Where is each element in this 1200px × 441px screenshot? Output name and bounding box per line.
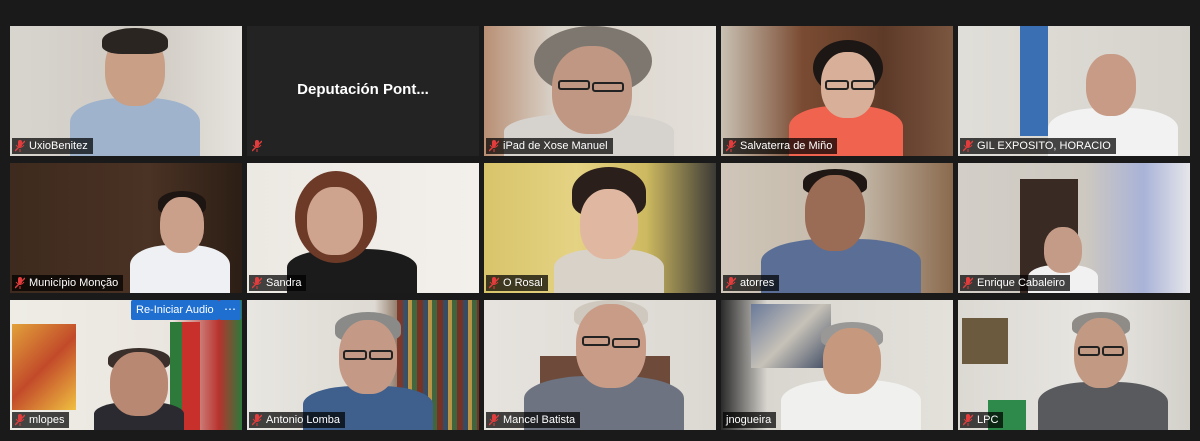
participant-tile-lpc[interactable]: LPC (958, 300, 1190, 430)
participant-tile-o-rosal[interactable]: O Rosal (484, 163, 716, 293)
picture-frame (962, 318, 1008, 364)
mic-muted-icon (15, 414, 25, 426)
mic-muted-icon (963, 414, 973, 426)
participant-tile-mlopes[interactable]: Re-Iniciar Audio ⋯ mlopes (10, 300, 242, 430)
participant-name-label: Mancel Batista (486, 412, 581, 428)
participant-tile-deputacion[interactable]: Deputación Pont... (247, 26, 479, 156)
mic-muted-icon (489, 140, 499, 152)
participant-placeholder-name: Deputación Pont... (297, 81, 429, 98)
participant-video (70, 26, 200, 156)
mic-muted-icon (726, 277, 736, 289)
participant-video (130, 191, 230, 293)
participant-name-label (249, 138, 267, 154)
wall-painting (12, 324, 76, 410)
mic-muted-icon (489, 277, 499, 289)
participant-tile-salvaterra[interactable]: Salvaterra de Miño (721, 26, 953, 156)
flag (1020, 26, 1048, 136)
more-options-button[interactable]: ⋯ (219, 300, 241, 320)
participant-tile-ipad-xose-manuel[interactable]: iPad de Xose Manuel (484, 26, 716, 156)
participant-video (1038, 312, 1168, 430)
mic-muted-icon (963, 140, 973, 152)
participant-tile-gil-exposito[interactable]: GIL EXPOSITO, HORACIO (958, 26, 1190, 156)
mic-muted-icon (252, 414, 262, 426)
participant-tile-mancel-batista[interactable]: Mancel Batista (484, 300, 716, 430)
mic-muted-icon (489, 414, 499, 426)
participant-name-label: LPC (960, 412, 1004, 428)
participant-tile-uxiobenitez[interactable]: UxioBenitez (10, 26, 242, 156)
participant-name-label: Sandra (249, 275, 307, 291)
participant-tile-municipio-moncao[interactable]: Município Monção (10, 163, 242, 293)
participant-tile-antonio-lomba[interactable]: Antonio Lomba (247, 300, 479, 430)
participant-video (504, 26, 674, 156)
participant-tile-atorres[interactable]: atorres (721, 163, 953, 293)
participant-name-label: mlopes (12, 412, 70, 428)
participant-video (554, 167, 664, 293)
mic-muted-icon (15, 277, 25, 289)
mic-muted-icon (726, 140, 736, 152)
participant-name-label: UxioBenitez (12, 138, 93, 154)
participant-tile-enrique-cabaleiro[interactable]: Enrique Cabaleiro (958, 163, 1190, 293)
participant-name-label: Enrique Cabaleiro (960, 275, 1071, 291)
participant-video (524, 300, 684, 430)
restart-audio-button[interactable]: Re-Iniciar Audio (131, 300, 219, 320)
participant-name-label: iPad de Xose Manuel (486, 138, 613, 154)
participant-video (761, 169, 921, 293)
participant-tile-jnogueira[interactable]: jnogueira (721, 300, 953, 430)
mic-muted-icon (15, 140, 25, 152)
participant-video (94, 348, 184, 430)
participant-tile-sandra[interactable]: Sandra (247, 163, 479, 293)
mic-muted-icon (963, 277, 973, 289)
participant-name-label: Antonio Lomba (249, 412, 345, 428)
participant-video (781, 322, 921, 430)
participant-name-label: O Rosal (486, 275, 548, 291)
participant-name-label: Salvaterra de Miño (723, 138, 838, 154)
participant-name-label: atorres (723, 275, 780, 291)
participant-name-label: jnogueira (723, 412, 777, 428)
video-grid: UxioBenitez Deputación Pont... iPad de X… (10, 26, 1190, 430)
participant-name-label: GIL EXPOSITO, HORACIO (960, 138, 1116, 154)
participant-name-label: Município Monção (12, 275, 124, 291)
mic-muted-icon (252, 277, 262, 289)
mic-muted-icon (252, 140, 262, 152)
